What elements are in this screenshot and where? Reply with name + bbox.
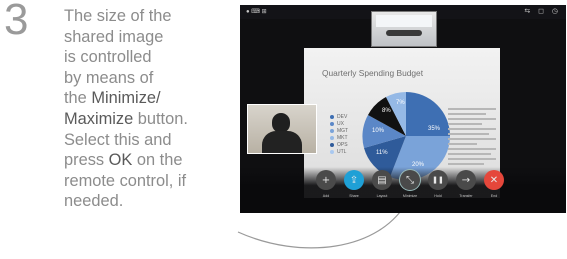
hold-label: Hold: [434, 194, 442, 198]
instruction-text: The size of the shared image is controll…: [64, 6, 234, 212]
pie-label: 8%: [382, 108, 391, 114]
add-glyph: +: [321, 174, 331, 186]
legend-label: DEV: [337, 114, 348, 120]
legend-label: MGT: [337, 128, 349, 134]
legend-item: MKT: [330, 135, 348, 142]
instruction-fragment: on the: [132, 151, 183, 170]
end-call-icon[interactable]: ✕: [484, 170, 504, 190]
minimize-keyword: Minimize/: [91, 89, 161, 108]
instruction-fragment: button.: [133, 109, 188, 128]
maximize-keyword: Maximize: [64, 109, 134, 128]
legend-item: UX: [330, 121, 348, 128]
instruction-line: by means of: [64, 68, 154, 87]
legend-swatch: [330, 121, 334, 126]
minimize-label: Minimize: [402, 194, 418, 198]
minimize-icon[interactable]: ⤡: [400, 170, 420, 190]
ok-keyword: OK: [108, 151, 133, 170]
legend-swatch: [330, 142, 334, 147]
layout-glyph: ▤: [377, 174, 387, 186]
pie-label: 11%: [376, 150, 388, 156]
slide-notes: [448, 108, 496, 168]
end-label: End: [490, 194, 498, 198]
step-number: 3: [4, 0, 29, 44]
share-icon[interactable]: ⇪: [344, 170, 364, 190]
legend-item: OPS: [330, 142, 348, 149]
share-glyph: ⇪: [349, 174, 359, 186]
room-window: [376, 15, 432, 27]
layout-label: Layout: [376, 194, 388, 198]
legend-label: UTL: [337, 149, 347, 155]
pie-label: 35%: [428, 126, 441, 132]
video-call-screen: ● ⌨ ⊞ ⇆ ◻ ◷ Quarterly Spending Budget DE…: [240, 5, 566, 213]
slide-title: Quarterly Spending Budget: [322, 68, 424, 78]
legend-item: MGT: [330, 128, 348, 135]
legend-label: OPS: [337, 142, 348, 148]
participant-body: [262, 131, 302, 153]
legend-item: DEV: [330, 114, 348, 121]
remote-room-thumbnail[interactable]: [371, 11, 437, 47]
legend-swatch: [330, 135, 334, 140]
legend-label: MKT: [337, 135, 348, 141]
room-table: [386, 30, 422, 36]
hold-icon[interactable]: ❚❚: [428, 170, 448, 190]
pie-label: 7%: [396, 100, 405, 106]
instruction-line: remote control, if: [64, 171, 187, 190]
self-view-video[interactable]: [247, 104, 317, 154]
add-label: Add: [322, 194, 330, 198]
hold-glyph: ❚❚: [432, 176, 444, 184]
transfer-icon[interactable]: →: [456, 170, 476, 190]
instruction-line: Maximize button.: [64, 109, 234, 130]
legend-swatch: [330, 128, 334, 133]
instruction-line: shared image: [64, 27, 164, 46]
transfer-glyph: →: [461, 174, 471, 186]
instruction-line: Select this and: [64, 130, 172, 149]
instruction-fragment: the: [64, 89, 92, 108]
instruction-fragment: press: [64, 151, 109, 170]
layout-icon[interactable]: ▤: [372, 170, 392, 190]
add-icon[interactable]: +: [316, 170, 336, 190]
status-icons-left: ● ⌨ ⊞: [246, 9, 267, 15]
pie-label: 10%: [372, 128, 385, 134]
instruction-line: the Minimize/: [64, 88, 234, 109]
participant-head: [272, 113, 290, 133]
legend-item: UTL: [330, 149, 348, 156]
instruction-line: is controlled: [64, 48, 152, 67]
instruction-line: press OK on the: [64, 150, 234, 171]
transfer-label: Transfer: [459, 194, 473, 198]
end-glyph: ✕: [489, 174, 499, 186]
instruction-line: The size of the: [64, 7, 172, 25]
status-icons-right[interactable]: ⇆ ◻ ◷: [524, 7, 561, 15]
legend-label: UX: [337, 121, 344, 127]
legend-swatch: [330, 114, 334, 119]
slide-legend: DEV UX MGT MKT OPS UTL: [330, 114, 348, 156]
instruction-line: needed.: [64, 192, 124, 211]
minimize-glyph: ⤡: [406, 174, 414, 186]
share-label: Share: [349, 194, 359, 198]
legend-swatch: [330, 149, 334, 154]
